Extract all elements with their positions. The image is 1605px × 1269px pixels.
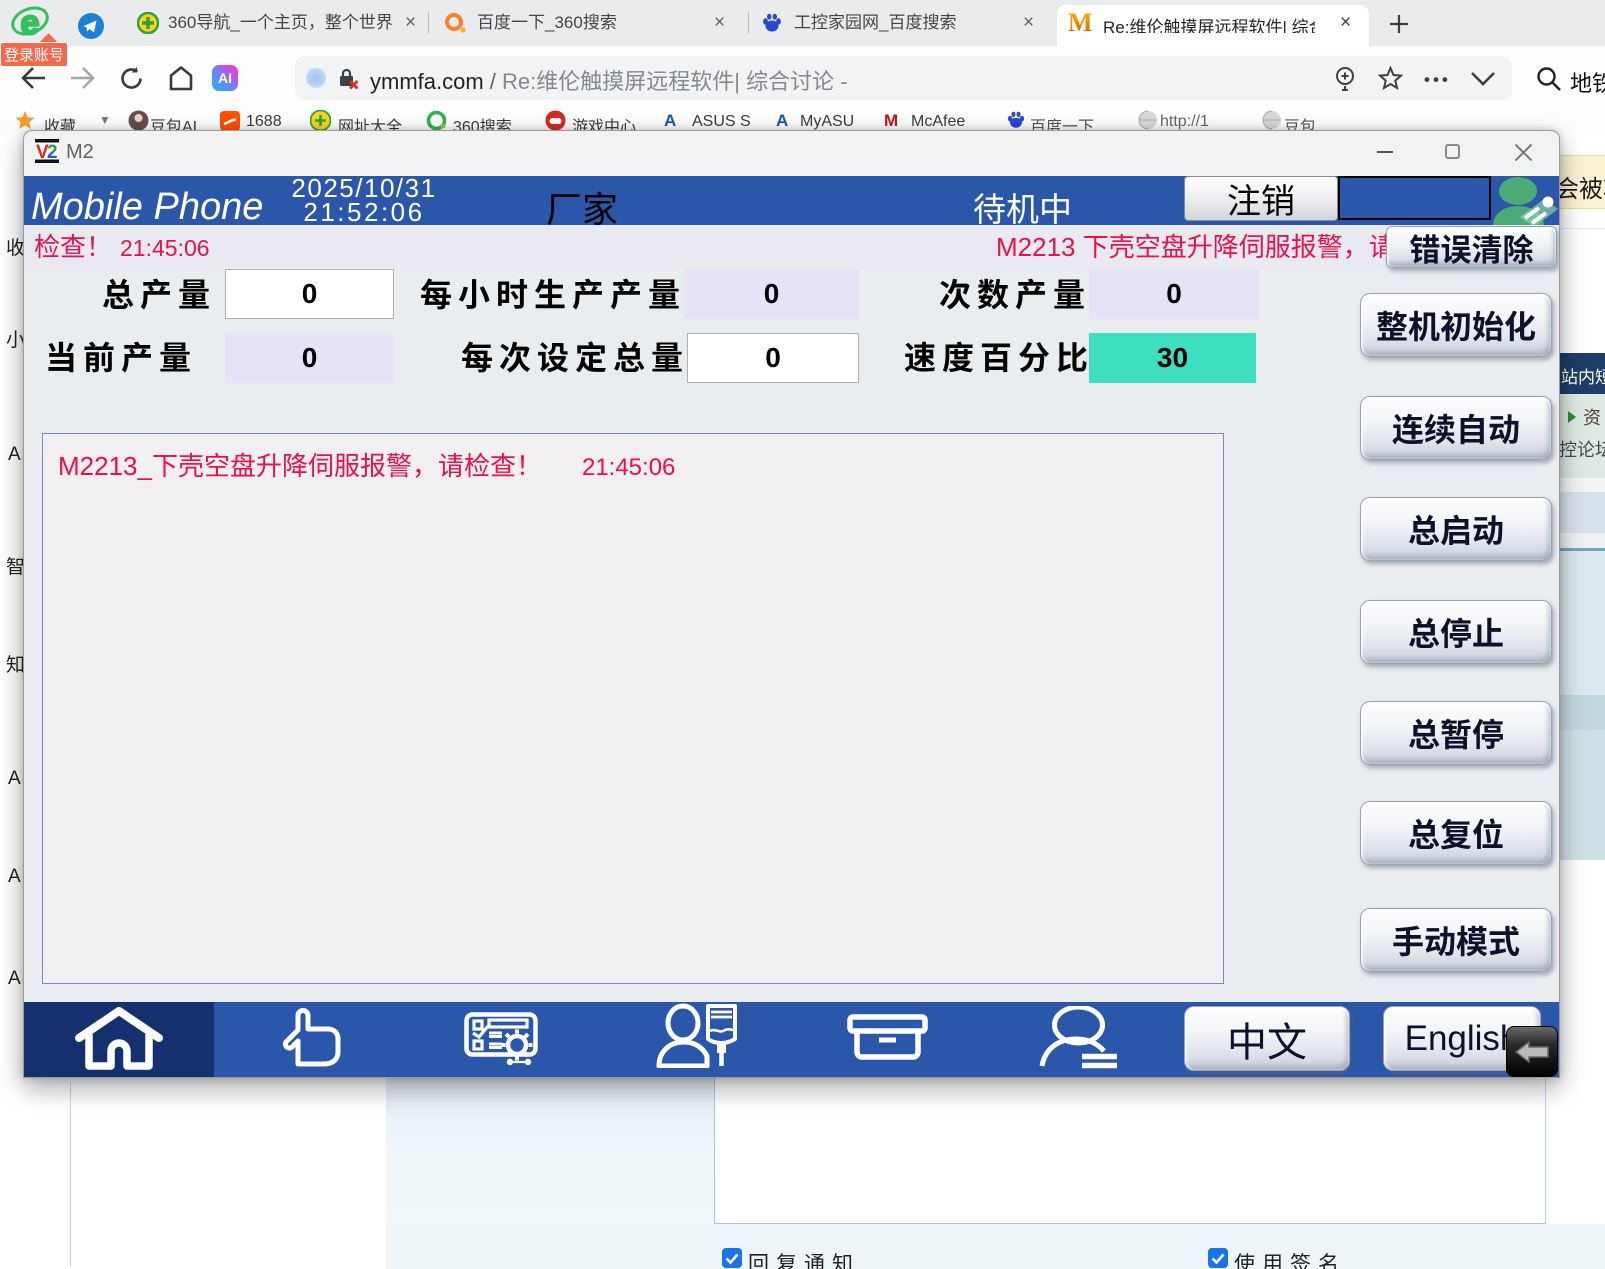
svg-text:2: 2 bbox=[47, 142, 58, 163]
